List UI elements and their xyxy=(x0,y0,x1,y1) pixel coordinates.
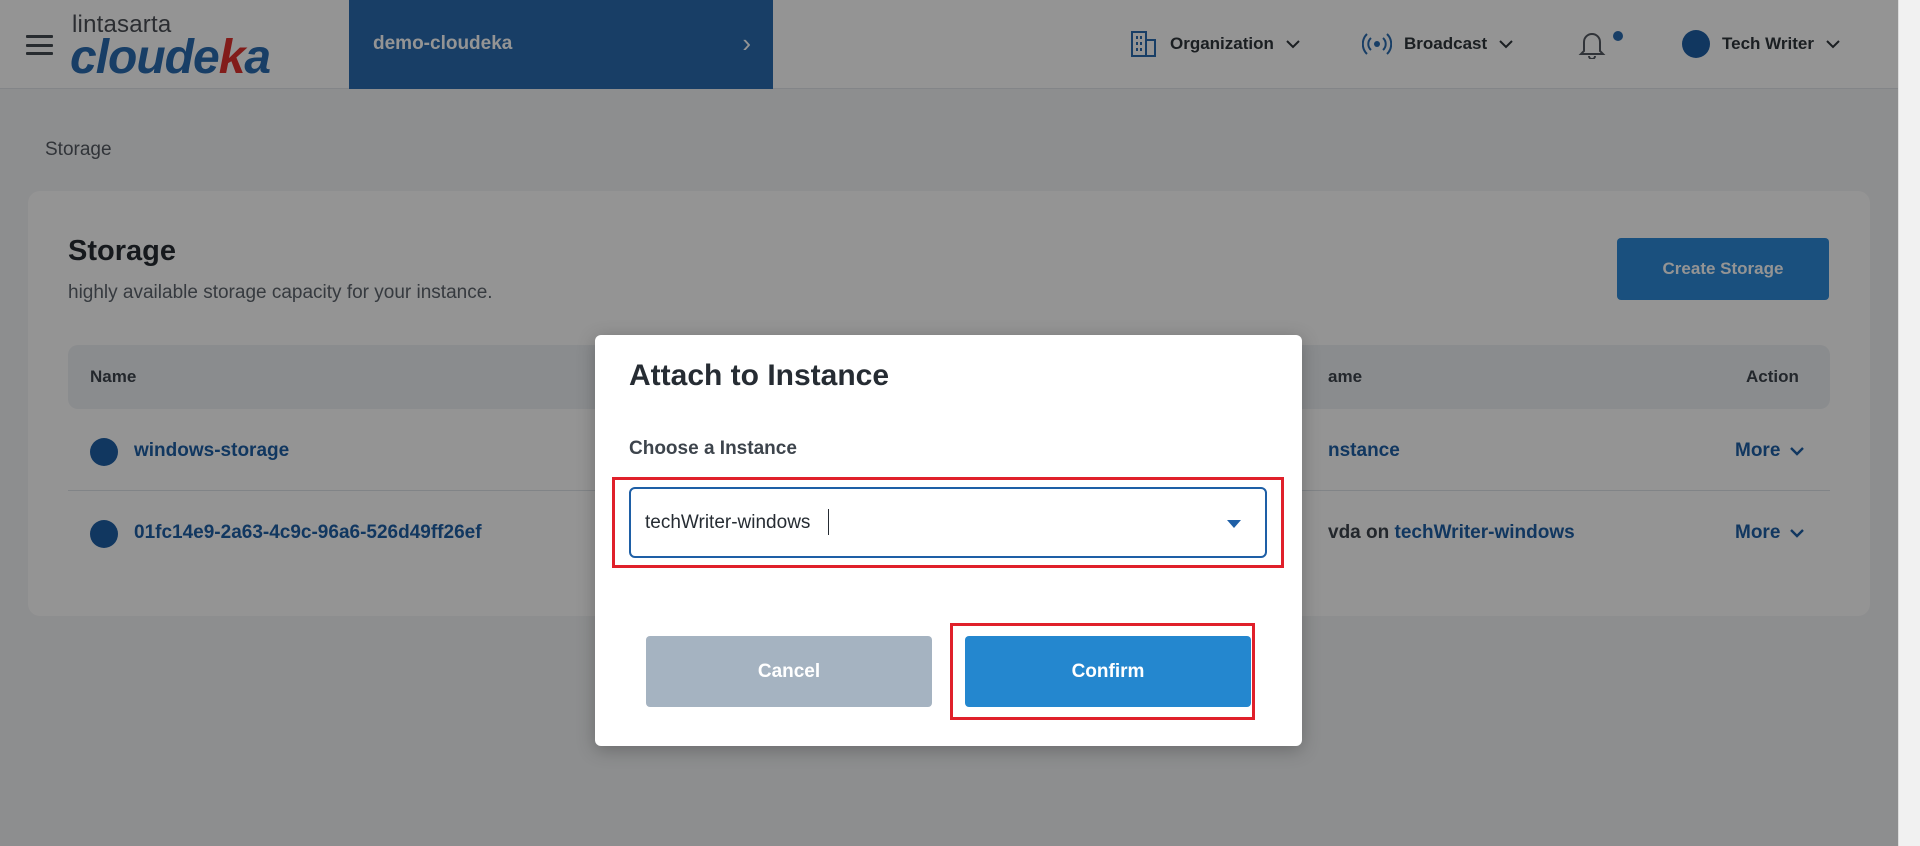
instance-select-label: Choose a Instance xyxy=(629,438,797,459)
modal-title: Attach to Instance xyxy=(629,359,890,392)
page-scrollbar[interactable] xyxy=(1898,0,1920,846)
attach-instance-modal: Attach to Instance Choose a Instance tec… xyxy=(595,335,1302,746)
dropdown-caret-icon[interactable] xyxy=(1227,520,1241,528)
text-cursor xyxy=(828,509,829,535)
instance-select-value: techWriter-windows xyxy=(645,512,811,533)
confirm-button[interactable]: Confirm xyxy=(965,636,1251,707)
instance-select[interactable]: techWriter-windows xyxy=(629,487,1267,558)
cancel-button[interactable]: Cancel xyxy=(646,636,932,707)
